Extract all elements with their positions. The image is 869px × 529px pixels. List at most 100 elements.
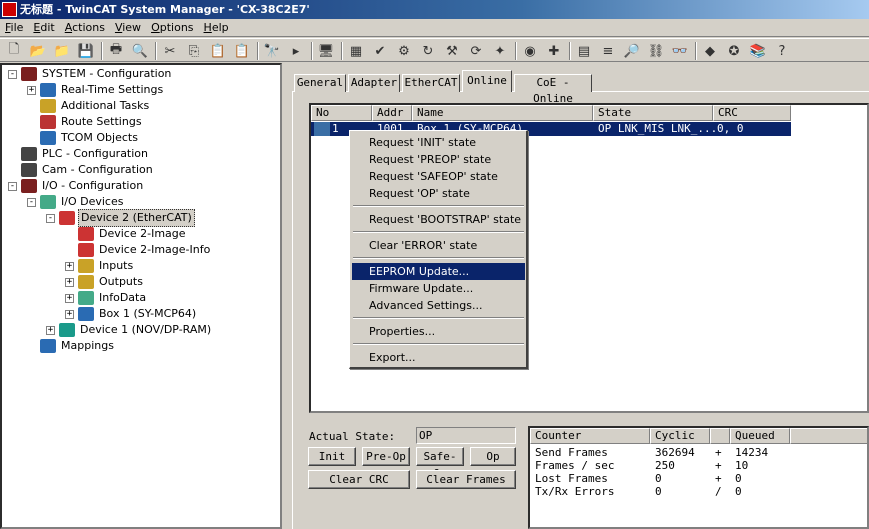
expand-icon[interactable]: +	[65, 261, 74, 271]
new-icon[interactable]: 🗋	[4, 41, 24, 61]
print-icon[interactable]: 🖶	[106, 41, 126, 61]
collapse-icon[interactable]: -	[8, 69, 17, 79]
toggle-freerun-icon[interactable]: ◉	[520, 41, 540, 61]
activate-config-icon[interactable]: ⚙	[394, 41, 414, 61]
monitor-icon[interactable]: 🖥	[316, 41, 336, 61]
tree-label[interactable]: Inputs	[97, 258, 135, 274]
menu-view[interactable]: View	[110, 19, 146, 36]
col-cyclic[interactable]: Cyclic	[650, 428, 710, 444]
zoom-icon[interactable]: 🔎	[622, 41, 642, 61]
menu-edit[interactable]: Edit	[28, 19, 59, 36]
tree-label[interactable]: InfoData	[97, 290, 148, 306]
tab-coe-online[interactable]: CoE - Online	[514, 74, 592, 105]
tree-node[interactable]: Mappings	[27, 338, 116, 354]
tree-node[interactable]: - I/O - Configuration	[8, 178, 145, 194]
add-icon[interactable]: ▤	[574, 41, 594, 61]
watch-icon[interactable]: 👓	[670, 41, 690, 61]
tree-node[interactable]: + Real-Time Settings	[27, 82, 165, 98]
context-menu-item[interactable]: Advanced Settings...	[352, 297, 525, 314]
menu-file[interactable]: File	[0, 19, 28, 36]
menu-help[interactable]: Help	[199, 19, 234, 36]
context-menu-item[interactable]: EEPROM Update...	[352, 263, 525, 280]
col-op[interactable]	[710, 428, 730, 444]
paste-icon[interactable]: 📋	[208, 41, 228, 61]
find-next-icon[interactable]: ▸	[286, 41, 306, 61]
tree-label[interactable]: PLC - Configuration	[40, 146, 150, 162]
tree-node[interactable]: + Outputs	[65, 274, 145, 290]
tree-label[interactable]: SYSTEM - Configuration	[40, 66, 173, 82]
open-icon[interactable]: 📂	[28, 41, 48, 61]
tree-node[interactable]: Device 2-Image-Info	[65, 242, 212, 258]
tree-label[interactable]: Real-Time Settings	[59, 82, 165, 98]
tree-label[interactable]: Additional Tasks	[59, 98, 151, 114]
cut-icon[interactable]: ✂	[160, 41, 180, 61]
context-menu-item[interactable]: Firmware Update...	[352, 280, 525, 297]
tree-label[interactable]: Device 2-Image-Info	[97, 242, 212, 258]
safeop-button[interactable]: Safe-Op	[416, 447, 464, 480]
tree-label[interactable]: Cam - Configuration	[40, 162, 155, 178]
clear-crc-button[interactable]: Clear CRC	[308, 470, 410, 489]
app-icon[interactable]	[2, 2, 17, 17]
config-tree[interactable]: - SYSTEM - Configuration + Real-Time Settin…	[0, 63, 282, 529]
books-icon[interactable]: 📚	[748, 41, 768, 61]
context-menu-item[interactable]: Properties...	[352, 323, 525, 340]
expand-icon[interactable]: +	[65, 293, 74, 303]
tree-node[interactable]: + Inputs	[65, 258, 135, 274]
tree-label[interactable]: I/O - Configuration	[40, 178, 145, 194]
find-icon[interactable]: 🔭	[262, 41, 282, 61]
expand-icon[interactable]: +	[65, 309, 74, 319]
counters-table[interactable]: Counter Cyclic Queued Send Frames 362694 +…	[528, 426, 869, 529]
context-menu-item[interactable]: Request 'PREOP' state	[352, 151, 525, 168]
expand-icon[interactable]: +	[46, 325, 55, 335]
tree-node[interactable]: Cam - Configuration	[8, 162, 155, 178]
reload-devices-icon[interactable]: ⟳	[466, 41, 486, 61]
expand-icon[interactable]: +	[65, 277, 74, 287]
check-icon[interactable]: ✔	[370, 41, 390, 61]
col-state[interactable]: State	[593, 105, 713, 121]
col-queued[interactable]: Queued	[730, 428, 790, 444]
tree-node[interactable]: + Device 1 (NOV/DP-RAM)	[46, 322, 213, 338]
context-menu-item[interactable]: Request 'BOOTSTRAP' state	[352, 211, 525, 228]
tree-label[interactable]: Route Settings	[59, 114, 144, 130]
copy-icon[interactable]: ⎘	[184, 41, 204, 61]
expand-icon[interactable]: +	[27, 85, 36, 95]
online-link-icon[interactable]: ⛓	[646, 41, 666, 61]
context-menu-item[interactable]: Request 'INIT' state	[352, 134, 525, 151]
tree-node[interactable]: PLC - Configuration	[8, 146, 150, 162]
tree-node[interactable]: + InfoData	[65, 290, 148, 306]
col-no[interactable]: No	[311, 105, 372, 121]
tree-label[interactable]: TCOM Objects	[59, 130, 140, 146]
tree-label[interactable]: Device 2-Image	[97, 226, 188, 242]
open-folder-icon[interactable]: 📁	[52, 41, 72, 61]
force-icon[interactable]: ✪	[724, 41, 744, 61]
col-crc[interactable]: CRC	[713, 105, 791, 121]
tab-ethercat[interactable]: EtherCAT	[402, 74, 460, 92]
tab-online[interactable]: Online	[462, 70, 512, 92]
col-counter[interactable]: Counter	[530, 428, 650, 444]
print-preview-icon[interactable]: 🔍	[130, 41, 150, 61]
save-icon[interactable]: 💾	[76, 41, 96, 61]
clear-frames-button[interactable]: Clear Frames	[416, 470, 516, 489]
tree-label[interactable]: Device 2 (EtherCAT)	[78, 209, 195, 227]
show-online-icon[interactable]: ✚	[544, 41, 564, 61]
splitter[interactable]	[284, 63, 290, 529]
tree-node[interactable]: - Device 2 (EtherCAT)	[46, 209, 195, 227]
go-icon[interactable]: ◆	[700, 41, 720, 61]
collapse-icon[interactable]: -	[46, 213, 55, 223]
tree-node[interactable]: + Box 1 (SY-MCP64)	[65, 306, 198, 322]
tree-label[interactable]: I/O Devices	[59, 194, 125, 210]
tree-node[interactable]: TCOM Objects	[27, 130, 140, 146]
init-button[interactable]: Init	[308, 447, 356, 466]
tab-adapter[interactable]: Adapter	[348, 74, 400, 92]
col-addr[interactable]: Addr	[372, 105, 412, 121]
variable-list-icon[interactable]: ≡	[598, 41, 618, 61]
context-menu-item[interactable]: Clear 'ERROR' state	[352, 237, 525, 254]
help-icon[interactable]: ?	[772, 41, 792, 61]
config-mode-icon[interactable]: ⚒	[442, 41, 462, 61]
collapse-icon[interactable]: -	[8, 181, 17, 191]
generate-mappings-icon[interactable]: ▦	[346, 41, 366, 61]
tree-node[interactable]: Additional Tasks	[27, 98, 151, 114]
tree-label[interactable]: Outputs	[97, 274, 145, 290]
context-menu-item[interactable]: Export...	[352, 349, 525, 366]
scan-icon[interactable]: ✦	[490, 41, 510, 61]
